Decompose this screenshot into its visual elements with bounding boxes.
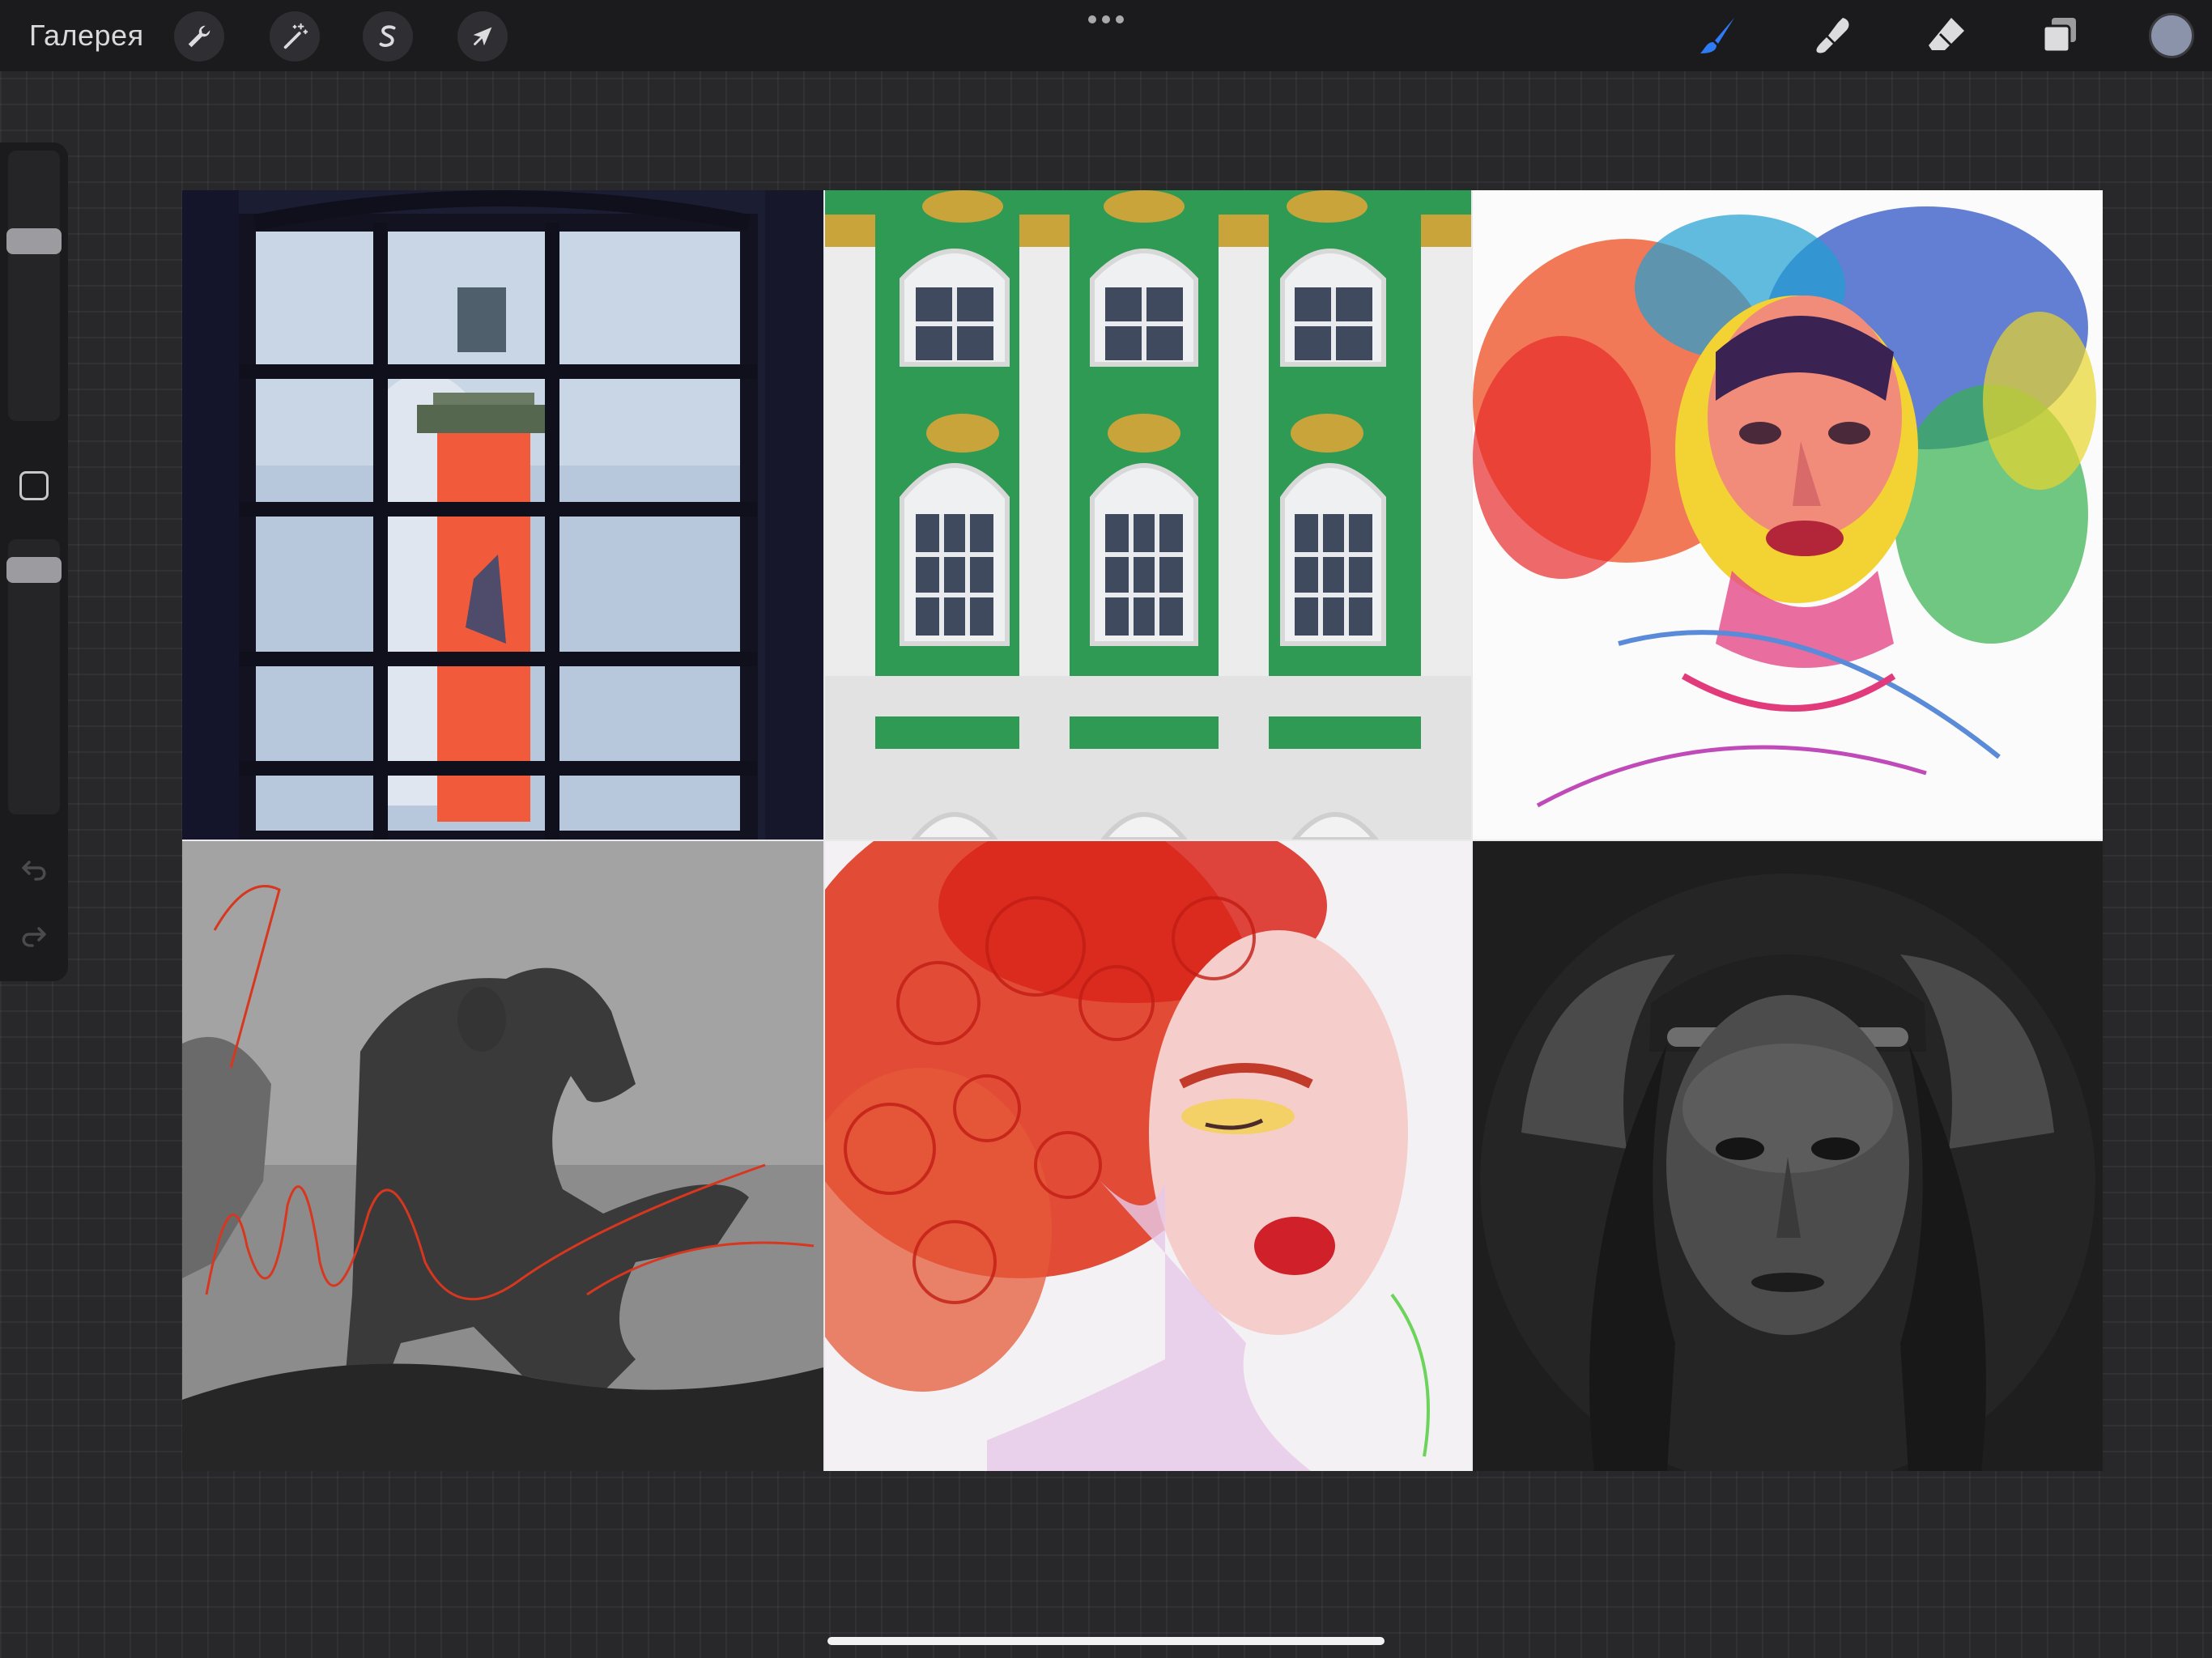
gallery-button[interactable]: Галерея xyxy=(29,15,144,57)
artwork-colorful-portrait xyxy=(1473,190,2103,840)
procreate-app: Галерея xyxy=(0,0,2212,1658)
artwork-winged-figure xyxy=(1473,841,2103,1471)
layers-button[interactable] xyxy=(2034,10,2086,62)
artwork-window-column xyxy=(182,190,823,840)
smudge-tool-button[interactable] xyxy=(1807,10,1859,62)
eraser-tool-button[interactable] xyxy=(1921,10,1972,62)
magic-wand-icon xyxy=(283,23,308,49)
more-dots-icon[interactable] xyxy=(1088,11,1124,28)
brush-size-slider[interactable] xyxy=(8,151,60,421)
eraser-icon xyxy=(1929,18,1964,50)
color-swatch[interactable] xyxy=(2149,13,2194,58)
selection-s-icon xyxy=(379,25,396,47)
home-indicator[interactable] xyxy=(827,1637,1385,1645)
selection-button[interactable] xyxy=(363,11,413,62)
wrench-icon xyxy=(188,25,211,48)
adjustments-button[interactable] xyxy=(270,11,320,62)
artwork-red-hair-portrait xyxy=(825,841,1471,1471)
drawing-canvas[interactable] xyxy=(182,190,2103,1471)
artwork-horse-statue xyxy=(182,841,823,1471)
transform-button[interactable] xyxy=(457,11,508,62)
left-sidebar xyxy=(0,142,68,981)
top-toolbar: Галерея xyxy=(0,0,2212,71)
undo-icon[interactable] xyxy=(16,853,52,889)
artwork-palace-facade xyxy=(825,190,1471,840)
actions-button[interactable] xyxy=(174,11,224,62)
square-icon[interactable] xyxy=(19,471,49,500)
brush-tool-button[interactable] xyxy=(1692,10,1744,62)
arrow-cursor-icon xyxy=(473,27,492,46)
opacity-thumb[interactable] xyxy=(6,557,62,583)
brush-icon xyxy=(1700,18,1734,53)
layers-icon xyxy=(2042,18,2076,53)
redo-icon[interactable] xyxy=(16,920,52,955)
brush-size-thumb[interactable] xyxy=(6,228,62,254)
smudge-icon xyxy=(1816,18,1849,53)
